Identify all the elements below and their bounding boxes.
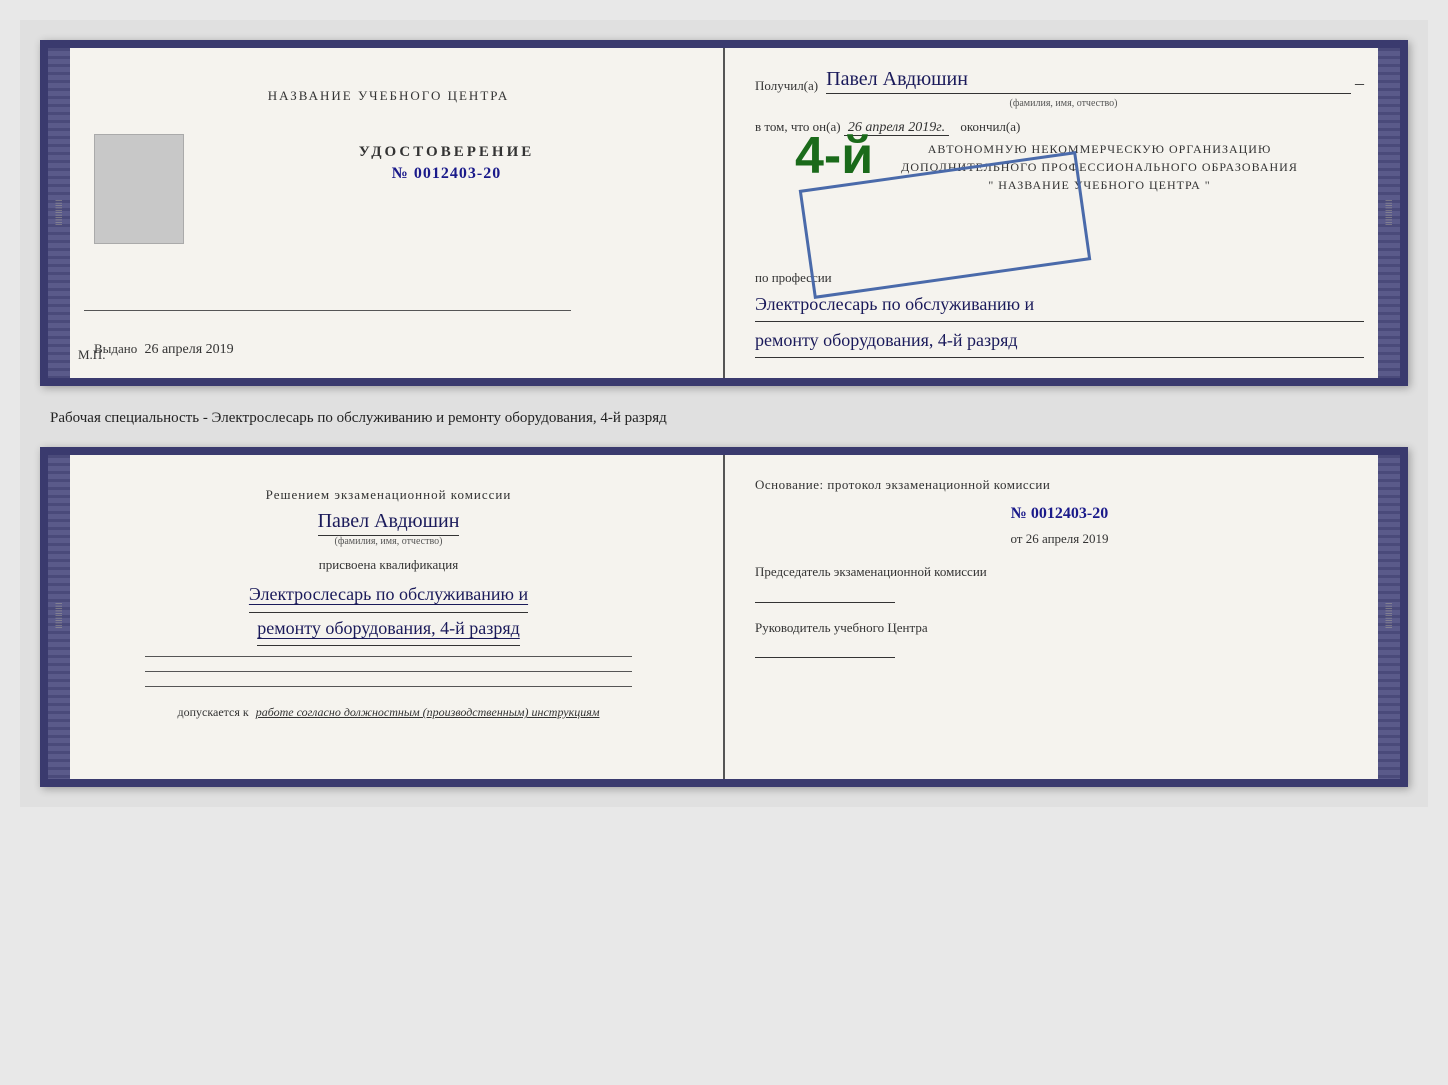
dopolnitelnogo-line: ДОПОЛНИТЕЛЬНОГО ПРОФЕССИОНАЛЬНОГО ОБРАЗО… xyxy=(835,158,1364,176)
vidano-line: Выдано 26 апреля 2019 xyxy=(94,341,693,358)
fio-label-bottom: (фамилия, имя, отчество) xyxy=(335,536,443,547)
udostoverenie-title: УДОСТОВЕРЕНИЕ xyxy=(359,144,535,161)
bottom-document: ||||||||||| Решением экзаменационной ком… xyxy=(40,447,1408,787)
rukovoditel-signature-line xyxy=(755,657,895,658)
photo-placeholder xyxy=(94,134,184,244)
qual-line2: ремонту оборудования, 4-й разряд xyxy=(257,613,520,647)
rukovoditel-label: Руководитель учебного Центра xyxy=(755,619,1364,637)
poluchil-label: Получил(а) xyxy=(755,78,818,94)
prisvoena-label: присвоена квалификация xyxy=(319,557,458,573)
dopuskaetsya-italic: работе согласно должностным (производств… xyxy=(256,705,600,719)
top-document: ||||||||||| НАЗВАНИЕ УЧЕБНОГО ЦЕНТРА УДО… xyxy=(40,40,1408,386)
stamp-container: 4-й АВТОНОМНУЮ НЕКОММЕРЧЕСКУЮ ОРГАНИЗАЦИ… xyxy=(755,140,1364,260)
qual-line1: Электрослесарь по обслуживанию и xyxy=(249,579,528,613)
dopuskaetsya-label: допускается к xyxy=(178,705,249,719)
top-right-page: Получил(а) Павел Авдюшин – (фамилия, имя… xyxy=(725,48,1400,378)
bottom-left-page: Решением экзаменационной комиссии Павел … xyxy=(48,455,725,779)
divider-line xyxy=(84,310,571,311)
center-name-top: НАЗВАНИЕ УЧЕБНОГО ЦЕНТРА xyxy=(268,88,509,104)
fio-label-top: (фамилия, имя, отчество) xyxy=(763,98,1364,109)
profession-line1: Электрослесарь по обслуживанию и xyxy=(755,290,1364,322)
ot-label: от xyxy=(1010,531,1022,546)
spine-decoration-br: ||||||||||| xyxy=(1385,603,1393,629)
divider-bottom-1 xyxy=(145,656,632,657)
spine-decoration-right: ||||||||||| xyxy=(1385,200,1393,226)
org-text: АВТОНОМНУЮ НЕКОММЕРЧЕСКУЮ ОРГАНИЗАЦИЮ ДО… xyxy=(835,140,1364,194)
divider-bottom-3 xyxy=(145,686,632,687)
okoncil-label: окончил(а) xyxy=(960,119,1020,134)
resheniem-title: Решением экзаменационной комиссии xyxy=(266,485,512,505)
big-razryad: 4-й xyxy=(795,130,873,182)
vidano-date: 26 апреля 2019 xyxy=(145,342,234,357)
spine-right-bottom: ||||||||||| xyxy=(1378,455,1400,779)
avtonomnuyu-line: АВТОНОМНУЮ НЕКОММЕРЧЕСКУЮ ОРГАНИЗАЦИЮ xyxy=(835,140,1364,158)
page-wrapper: ||||||||||| НАЗВАНИЕ УЧЕБНОГО ЦЕНТРА УДО… xyxy=(20,20,1428,807)
ot-date-value: 26 апреля 2019 xyxy=(1026,531,1109,546)
spine-right: ||||||||||| xyxy=(1378,48,1400,378)
udostoverenie-number: № 0012403-20 xyxy=(392,165,501,183)
mp-label: М.П. xyxy=(78,347,105,363)
poluchil-line: Получил(а) Павел Авдюшин – xyxy=(755,68,1364,94)
protocol-number: № 0012403-20 xyxy=(755,505,1364,523)
predsedatel-label: Председатель экзаменационной комиссии xyxy=(755,563,1364,581)
bottom-name: Павел Авдюшин xyxy=(318,510,460,536)
predsedatel-block: Председатель экзаменационной комиссии xyxy=(755,563,1364,602)
dopuskaetsya-line: допускается к работе согласно должностны… xyxy=(178,705,600,720)
rukovoditel-block: Руководитель учебного Центра xyxy=(755,619,1364,658)
predsedatel-signature-line xyxy=(755,602,895,603)
poluchil-name: Павел Авдюшин xyxy=(826,68,1351,94)
osnovanie-text: Основание: протокол экзаменационной коми… xyxy=(755,475,1364,496)
po-professii: по профессии xyxy=(755,270,1364,286)
between-text: Рабочая специальность - Электрослесарь п… xyxy=(40,402,1408,431)
bottom-right-page: Основание: протокол экзаменационной коми… xyxy=(725,455,1400,779)
divider-bottom-2 xyxy=(145,671,632,672)
nazv-center-line: " НАЗВАНИЕ УЧЕБНОГО ЦЕНТРА " xyxy=(835,176,1364,194)
ot-date: от 26 апреля 2019 xyxy=(755,531,1364,547)
profession-line2: ремонту оборудования, 4-й разряд xyxy=(755,326,1364,358)
top-left-page: НАЗВАНИЕ УЧЕБНОГО ЦЕНТРА УДОСТОВЕРЕНИЕ №… xyxy=(48,48,725,378)
